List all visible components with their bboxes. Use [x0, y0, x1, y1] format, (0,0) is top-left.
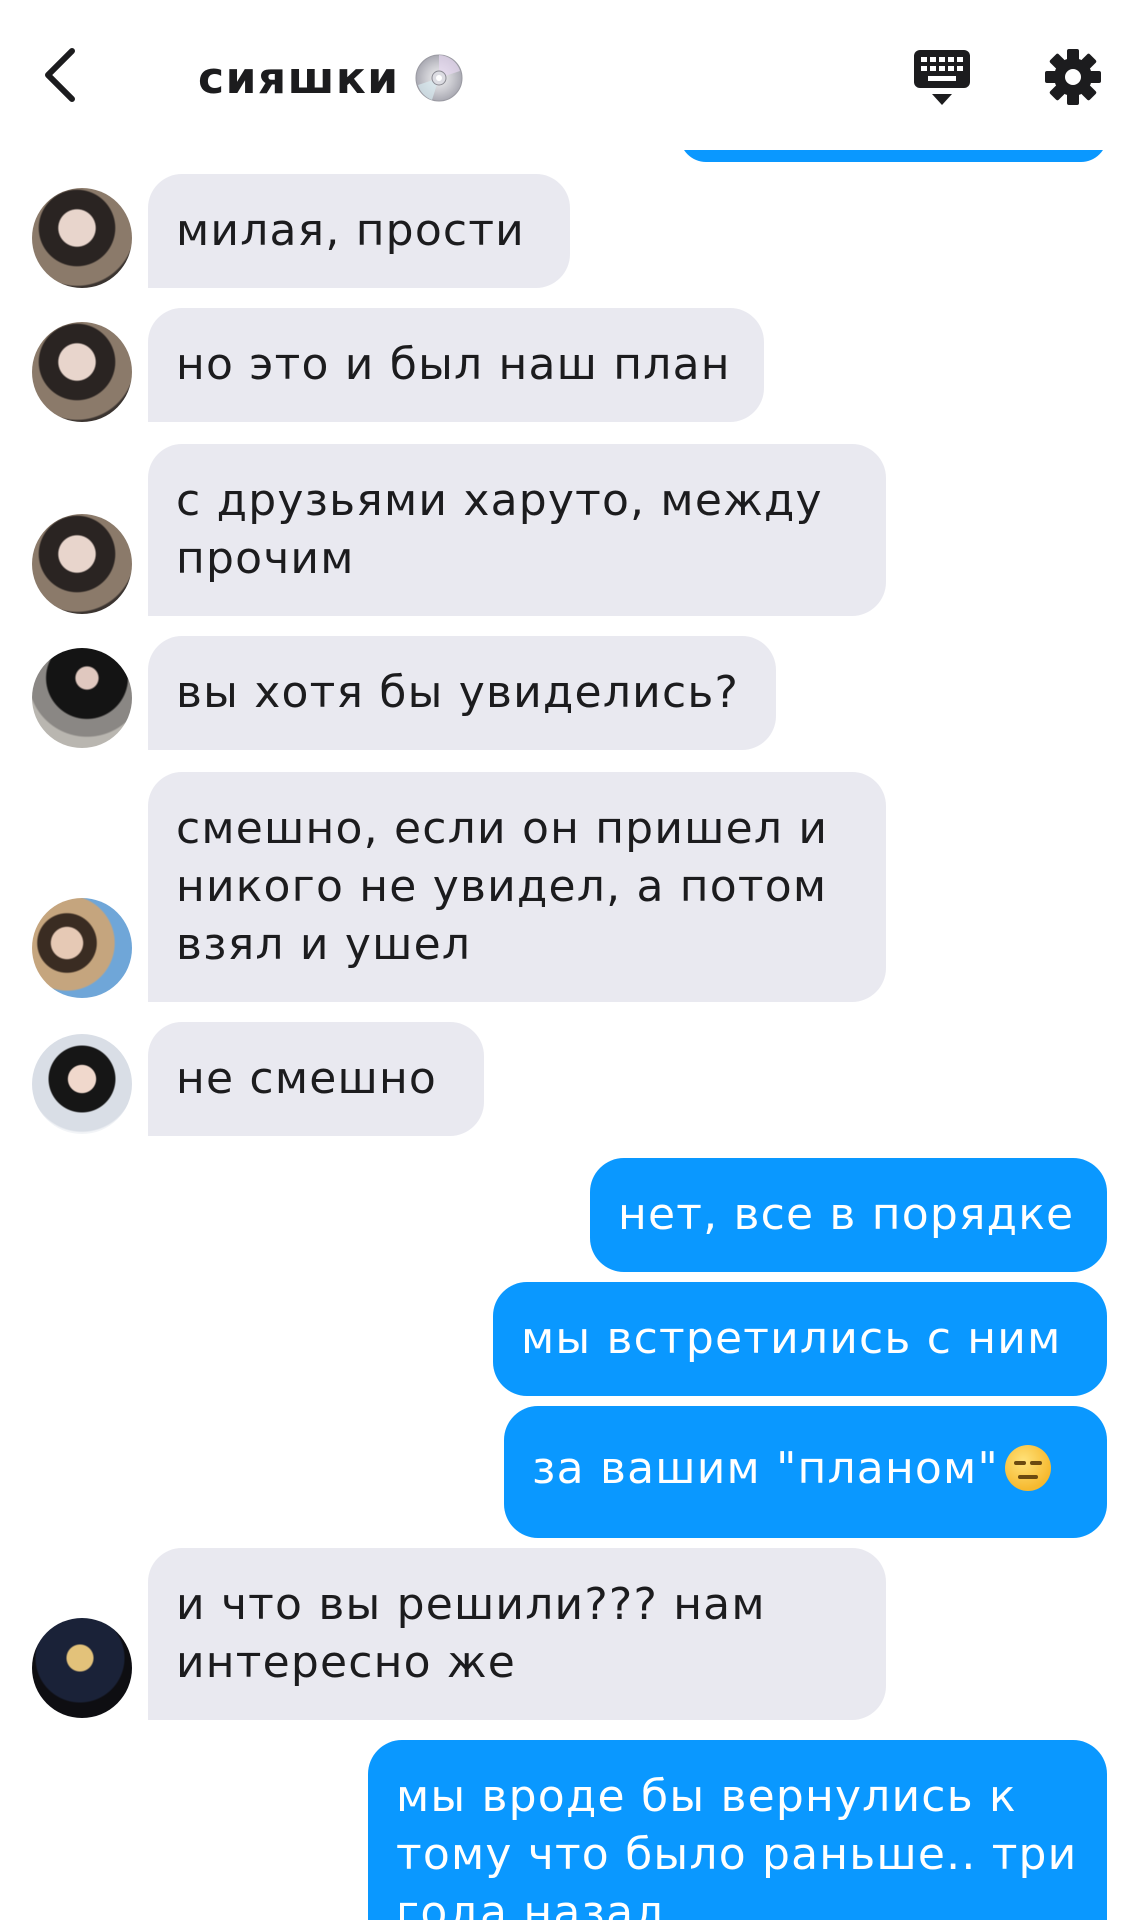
avatar[interactable] — [32, 648, 132, 748]
avatar[interactable] — [32, 1618, 132, 1718]
message-text: за вашим "планом" — [532, 1443, 999, 1494]
chat-header: сияшки — [0, 0, 1140, 150]
chat-title-group[interactable]: сияшки — [198, 48, 464, 108]
incoming-message-bubble[interactable]: не смешно — [148, 1022, 484, 1136]
outgoing-message-bubble[interactable]: за вашим "планом" — [504, 1406, 1107, 1538]
avatar[interactable] — [32, 1034, 132, 1134]
outgoing-message-bubble[interactable]: мы вроде бы вернулись к тому что было ра… — [368, 1740, 1107, 1920]
incoming-message-bubble[interactable]: вы хотя бы увиделись? — [148, 636, 776, 750]
incoming-message-bubble[interactable]: милая, прости — [148, 174, 570, 288]
incoming-message-bubble[interactable]: и что вы решили??? нам интересно же — [148, 1548, 886, 1720]
keyboard-button[interactable] — [910, 48, 974, 108]
chat-title: сияшки — [198, 52, 400, 104]
back-button[interactable] — [30, 40, 90, 110]
settings-button[interactable] — [1044, 48, 1102, 106]
avatar[interactable] — [32, 188, 132, 288]
avatar[interactable] — [32, 322, 132, 422]
chat-screen: сияшки милая, прости но это и был наш пл… — [0, 0, 1140, 1920]
expressionless-face-emoji — [1004, 1445, 1051, 1491]
avatar[interactable] — [32, 898, 132, 998]
incoming-message-bubble[interactable]: но это и был наш план — [148, 308, 764, 422]
chevron-left-icon — [45, 48, 75, 102]
gear-icon — [1045, 49, 1101, 105]
keyboard-icon — [914, 50, 970, 105]
incoming-message-bubble[interactable]: смешно, если он пришел и никого не увиде… — [148, 772, 886, 1002]
outgoing-message-bubble[interactable]: мы встретились с ним — [493, 1282, 1107, 1396]
incoming-message-bubble[interactable]: с друзьями харуто, между прочим — [148, 444, 886, 616]
cd-disc-icon — [415, 54, 463, 102]
outgoing-message-bubble[interactable]: нет, все в порядке — [590, 1158, 1107, 1272]
avatar[interactable] — [32, 514, 132, 614]
